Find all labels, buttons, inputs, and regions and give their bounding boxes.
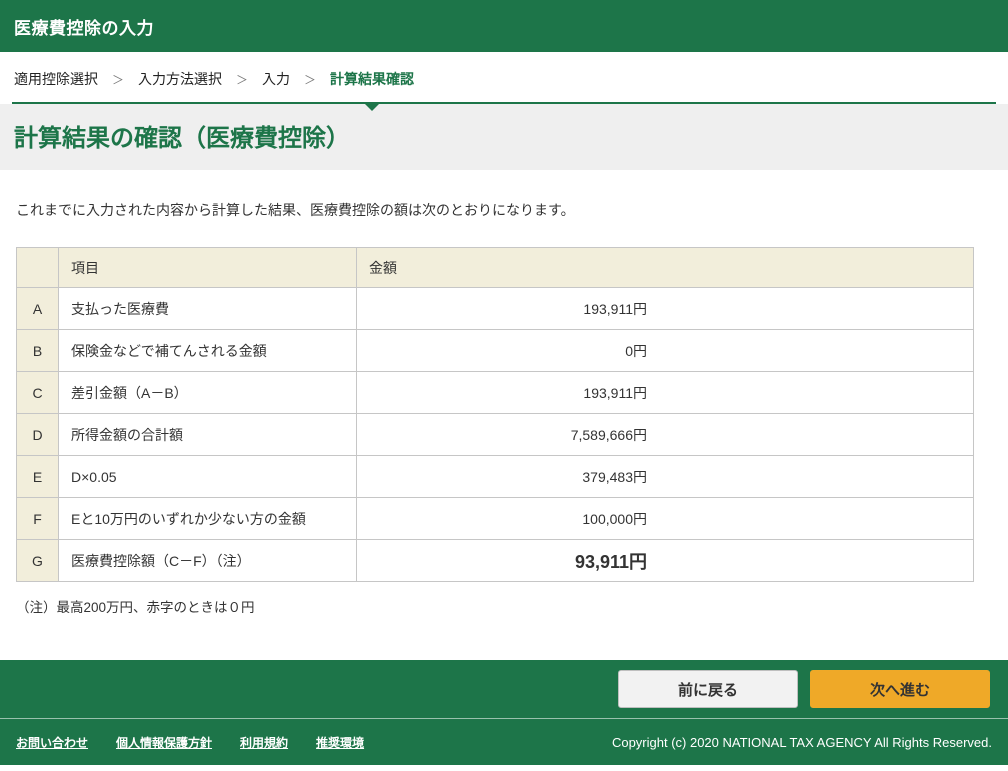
table-header-row: 項目 金額 — [17, 248, 974, 288]
row-amount-value: 379,483円 — [357, 456, 974, 498]
breadcrumb-step-2: 入力方法選択 — [138, 69, 222, 89]
row-key: E — [17, 456, 59, 498]
page-title: 計算結果の確認（医療費控除） — [14, 118, 994, 153]
breadcrumb-step-3: 入力 — [262, 69, 290, 89]
row-key: G — [17, 540, 59, 582]
table-row-F: FEと10万円のいずれか少ない方の金額100,000円 — [17, 498, 974, 540]
breadcrumb-step-4: 計算結果確認 — [330, 69, 414, 89]
row-amount-value: 193,911円 — [357, 372, 974, 414]
footer-link-2[interactable]: 個人情報保護方針 — [116, 734, 212, 751]
table-row-D: D所得金額の合計額7,589,666円 — [17, 414, 974, 456]
footer-links: お問い合わせ 個人情報保護方針 利用規約 推奨環境 — [16, 734, 364, 751]
breadcrumb-separator: ＞ — [304, 71, 316, 88]
description-text: これまでに入力された内容から計算した結果、医療費控除の額は次のとおりになります。 — [16, 200, 992, 221]
breadcrumb: 適用控除選択 ＞ 入力方法選択 ＞ 入力 ＞ 計算結果確認 — [12, 52, 996, 104]
app-header: 医療費控除の入力 — [0, 0, 1008, 52]
row-item-label: Eと10万円のいずれか少ない方の金額 — [59, 498, 357, 540]
row-amount-value: 93,911円 — [357, 540, 974, 582]
note-text: （注）最高200万円、赤字のときは０円 — [16, 596, 992, 616]
table-header-key — [17, 248, 59, 288]
main-content: これまでに入力された内容から計算した結果、医療費控除の額は次のとおりになります。… — [0, 170, 1008, 660]
table-row-C: C差引金額（A－B）193,911円 — [17, 372, 974, 414]
back-button[interactable]: 前に戻る — [618, 670, 798, 708]
footer-link-1[interactable]: お問い合わせ — [16, 734, 88, 751]
row-key: B — [17, 330, 59, 372]
table-header-amount: 金額 — [357, 248, 974, 288]
row-item-label: 医療費控除額（C－F）（注） — [59, 540, 357, 582]
copyright-text: Copyright (c) 2020 NATIONAL TAX AGENCY A… — [612, 735, 992, 750]
row-amount-value: 7,589,666円 — [357, 414, 974, 456]
row-item-label: 支払った医療費 — [59, 288, 357, 330]
row-item-label: 所得金額の合計額 — [59, 414, 357, 456]
page-root: 医療費控除の入力 適用控除選択 ＞ 入力方法選択 ＞ 入力 ＞ 計算結果確認 計算結果の確認… — [0, 0, 1008, 771]
row-key: C — [17, 372, 59, 414]
breadcrumb-separator: ＞ — [112, 71, 124, 88]
row-key: F — [17, 498, 59, 540]
table-row-E: ED×0.05379,483円 — [17, 456, 974, 498]
title-band: 計算結果の確認（医療費控除） — [0, 104, 1008, 170]
table-header-item: 項目 — [59, 248, 357, 288]
result-table: 項目 金額 A支払った医療費193,911円B保険金などで補てんされる金額0円C… — [16, 247, 974, 582]
row-amount-value: 100,000円 — [357, 498, 974, 540]
breadcrumb-separator: ＞ — [236, 71, 248, 88]
table-row-G: G医療費控除額（C－F）（注）93,911円 — [17, 540, 974, 582]
footer: お問い合わせ 個人情報保護方針 利用規約 推奨環境 Copyright (c) 202… — [0, 718, 1008, 765]
breadcrumb-step-1: 適用控除選択 — [14, 69, 98, 89]
row-key: D — [17, 414, 59, 456]
app-title: 医療費控除の入力 — [14, 14, 154, 39]
next-button[interactable]: 次へ進む — [810, 670, 990, 708]
row-item-label: 差引金額（A－B） — [59, 372, 357, 414]
row-amount-value: 193,911円 — [357, 288, 974, 330]
table-row-B: B保険金などで補てんされる金額0円 — [17, 330, 974, 372]
action-bar: 前に戻る 次へ進む — [0, 660, 1008, 718]
table-row-A: A支払った医療費193,911円 — [17, 288, 974, 330]
row-item-label: 保険金などで補てんされる金額 — [59, 330, 357, 372]
footer-link-3[interactable]: 利用規約 — [240, 734, 288, 751]
footer-link-4[interactable]: 推奨環境 — [316, 734, 364, 751]
row-amount-value: 0円 — [357, 330, 974, 372]
row-item-label: D×0.05 — [59, 456, 357, 498]
row-key: A — [17, 288, 59, 330]
